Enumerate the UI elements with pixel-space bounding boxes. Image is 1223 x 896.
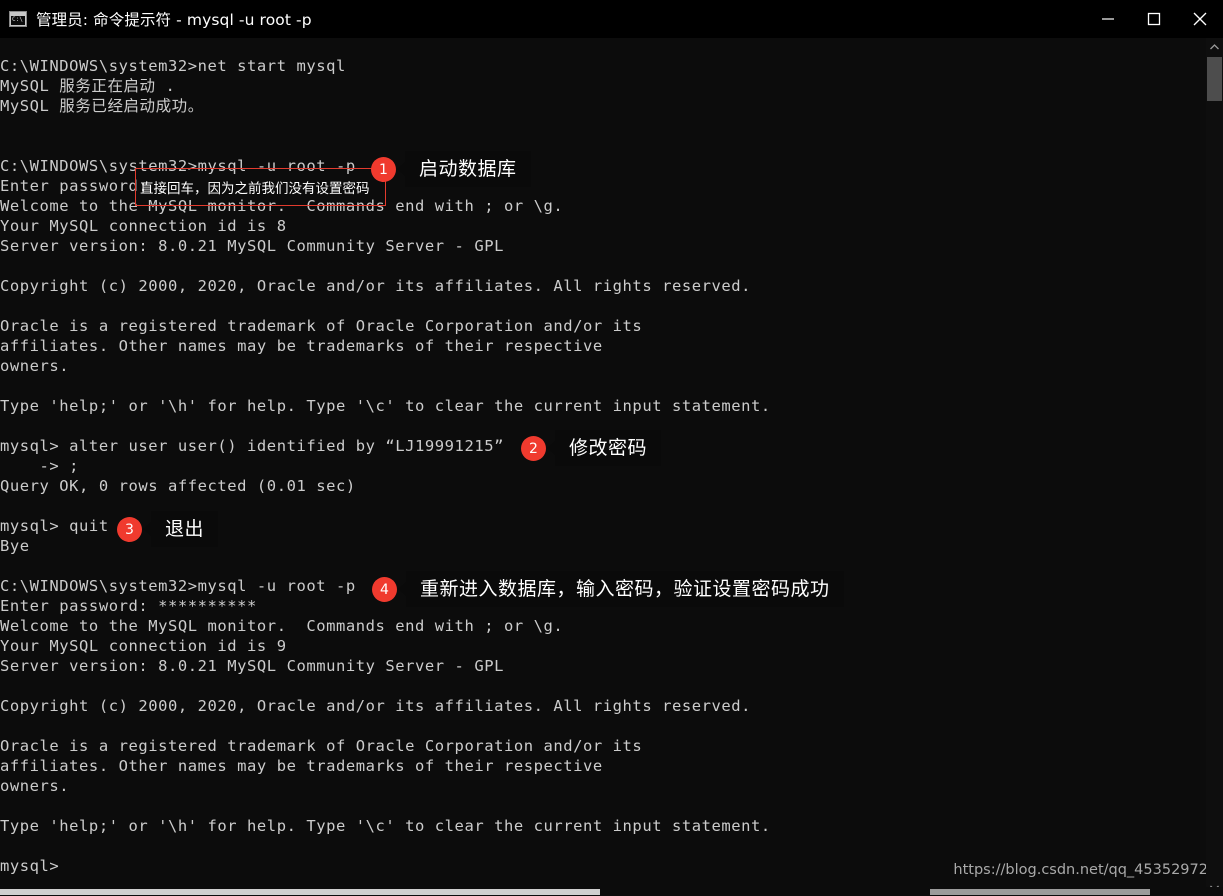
close-icon bbox=[1193, 12, 1207, 26]
minimize-icon bbox=[1102, 18, 1114, 20]
annotation-badge-4: 4 bbox=[372, 577, 397, 602]
scroll-up-icon[interactable] bbox=[1206, 38, 1223, 55]
minimize-button[interactable] bbox=[1085, 0, 1131, 38]
window-title: 管理员: 命令提示符 - mysql -u root -p bbox=[36, 11, 312, 29]
cmd-icon bbox=[9, 11, 27, 27]
console-line: Copyright (c) 2000, 2020, Oracle and/or … bbox=[0, 277, 752, 295]
vertical-scrollbar-thumb[interactable] bbox=[1207, 57, 1222, 101]
console-line: Oracle is a registered trademark of Orac… bbox=[0, 737, 643, 755]
terminal-output-area[interactable]: C:\WINDOWS\system32>net start mysql MySQL… bbox=[0, 38, 1223, 896]
console-line: Your MySQL connection id is 8 bbox=[0, 217, 287, 235]
console-line: Type 'help;' or '\h' for help. Type '\c'… bbox=[0, 397, 771, 415]
console-line: owners. bbox=[0, 357, 70, 375]
annotation-callout-2: 修改密码 bbox=[546, 430, 662, 466]
console-line: Welcome to the MySQL monitor. Commands e… bbox=[0, 197, 564, 215]
console-line: Oracle is a registered trademark of Orac… bbox=[0, 317, 643, 335]
command-prompt-window: 管理员: 命令提示符 - mysql -u root -p C:\W bbox=[0, 0, 1223, 896]
annotation-callout-3: 退出 bbox=[142, 511, 219, 547]
console-line: Server version: 8.0.21 MySQL Community S… bbox=[0, 657, 504, 675]
console-line: owners. bbox=[0, 777, 70, 795]
annotation-badge-1: 1 bbox=[371, 157, 396, 182]
console-line: Copyright (c) 2000, 2020, Oracle and/or … bbox=[0, 697, 752, 715]
close-button[interactable] bbox=[1177, 0, 1223, 38]
window-controls bbox=[1085, 0, 1223, 38]
maximize-icon bbox=[1147, 12, 1161, 26]
horizontal-scrollbar-thumb-secondary[interactable] bbox=[930, 889, 1150, 895]
vertical-scrollbar[interactable] bbox=[1206, 38, 1223, 896]
console-line: C:\WINDOWS\system32>mysql -u root -p bbox=[0, 157, 356, 175]
console-line: Type 'help;' or '\h' for help. Type '\c'… bbox=[0, 817, 771, 835]
console-line: Your MySQL connection id is 9 bbox=[0, 637, 287, 655]
watermark-url: https://blog.csdn.net/qq_45352972 bbox=[953, 862, 1208, 878]
console-line: MySQL 服务正在启动 . bbox=[0, 77, 176, 95]
annotation-callout-1: 启动数据库 bbox=[397, 151, 531, 187]
horizontal-scrollbar-thumb[interactable] bbox=[0, 889, 600, 895]
console-line: MySQL 服务已经启动成功。 bbox=[0, 97, 204, 115]
console-line: affiliates. Other names may be trademark… bbox=[0, 337, 603, 355]
maximize-button[interactable] bbox=[1131, 0, 1177, 38]
annotation-badge-2: 2 bbox=[521, 436, 546, 461]
console-line: Server version: 8.0.21 MySQL Community S… bbox=[0, 237, 504, 255]
annotation-inline-note: 直接回车，因为之前我们没有设置密码 bbox=[140, 181, 370, 197]
console-line: affiliates. Other names may be trademark… bbox=[0, 757, 603, 775]
annotation-badge-3: 3 bbox=[117, 517, 142, 542]
horizontal-scrollbar[interactable] bbox=[0, 887, 1223, 896]
console-line: C:\WINDOWS\system32>net start mysql bbox=[0, 57, 346, 75]
annotation-callout-4: 重新进入数据库，输入密码，验证设置密码成功 bbox=[398, 571, 844, 607]
console-line: Welcome to the MySQL monitor. Commands e… bbox=[0, 617, 564, 635]
window-titlebar[interactable]: 管理员: 命令提示符 - mysql -u root -p bbox=[0, 0, 1223, 38]
console-line: Query OK, 0 rows affected (0.01 sec) bbox=[0, 477, 356, 495]
